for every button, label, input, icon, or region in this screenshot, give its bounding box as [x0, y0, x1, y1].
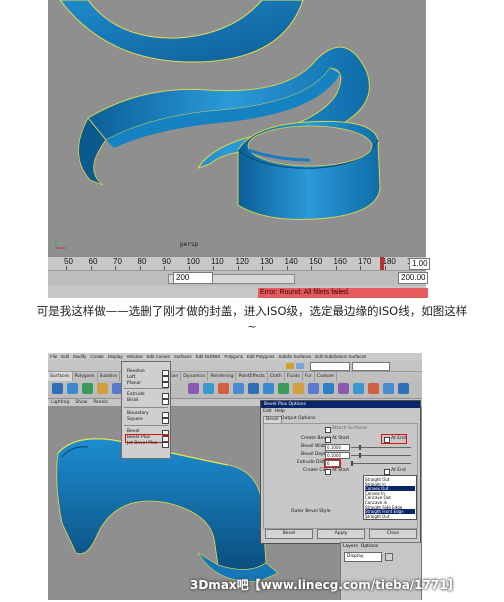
dialog-menu[interactable]: Edit Help — [263, 409, 285, 415]
bevel-at-start-label: At Start — [332, 436, 350, 441]
menu-divider — [124, 425, 168, 426]
extrude-distance-slider-knob[interactable] — [351, 461, 353, 466]
maya-screenshot: File Edit Modify Create Display Window Edit Cu… — [48, 353, 422, 600]
error-message: Error: Round: All fillets failed. — [258, 288, 428, 298]
bevel-depth-slider-knob[interactable] — [359, 453, 361, 458]
bevel-at-end-checkbox[interactable] — [384, 437, 390, 443]
range-slider[interactable]: 200 200.00 — [48, 270, 428, 286]
close-button[interactable]: Close — [369, 529, 417, 539]
surface-model-top — [55, 0, 381, 249]
viewport-persp[interactable]: persp — [48, 0, 426, 256]
timeline-tick-label: 180 — [382, 257, 396, 266]
surfaces-menu[interactable]: Revolve Loft Planar Extrude Birail Boundary Sq… — [121, 361, 171, 459]
timeline-tick-label: 110 — [211, 257, 224, 266]
menu-divider — [124, 388, 168, 389]
menu-edit[interactable]: Edit — [263, 409, 272, 414]
camera-label: persp — [180, 241, 199, 248]
current-frame-field[interactable]: 1.00 — [409, 258, 430, 270]
surfaces-menu-item[interactable]: Birail — [127, 398, 167, 404]
cap-at-start-label: At Start — [332, 468, 350, 473]
surfaces-menu-item[interactable]: Square — [127, 417, 167, 423]
dialog-title: Bevel Plus Options — [261, 401, 420, 408]
cap-at-end-label: At End — [391, 468, 406, 473]
option-box-icon[interactable] — [162, 399, 169, 405]
caption-tilde: ~ — [247, 320, 257, 333]
options-menu[interactable]: Options — [361, 544, 378, 549]
outer-bevel-style-label: Outer Bevel Style — [291, 509, 331, 514]
extrude-distance-slider[interactable] — [351, 463, 411, 464]
timeline-tick-label: 70 — [113, 257, 122, 266]
timeline-tick-label: 120 — [235, 257, 249, 266]
attach-surfaces-label: Attach Surfaces — [332, 426, 368, 431]
timeline-tick-label: 140 — [284, 257, 298, 266]
bevel-width-slider-knob[interactable] — [359, 445, 361, 450]
time-slider[interactable]: 5060708090100110120130140150160170180190 — [48, 256, 426, 271]
timeline-tick-label: 60 — [88, 257, 98, 266]
surfaces-menu-item[interactable]: Jot Bevel Plus — [127, 441, 167, 447]
menu-help[interactable]: Help — [275, 409, 285, 414]
watermark: 3Dmax吧【www.linecg.com/tieba/1771】 — [190, 578, 460, 592]
bevel-style-option[interactable]: Straight In — [365, 518, 415, 519]
range-end-field[interactable]: 200.00 — [398, 272, 428, 284]
timeline-tick-label: 160 — [333, 257, 347, 266]
layer-display-select[interactable]: Display — [344, 552, 382, 562]
range-start-field[interactable]: 200 — [173, 272, 213, 284]
timeline-tick-label: 50 — [64, 257, 73, 266]
menu-divider — [124, 407, 168, 408]
apply-button[interactable]: Apply — [317, 529, 365, 539]
extrude-distance-highlight — [324, 459, 341, 468]
timeline-tick-label: 130 — [260, 257, 274, 266]
current-time-marker[interactable] — [380, 257, 384, 270]
layers-menu[interactable]: Layers — [343, 544, 358, 549]
option-box-icon[interactable] — [162, 442, 169, 448]
bevel-depth-field[interactable]: 0.1000 — [325, 452, 350, 459]
surfaces-menu-item[interactable]: Planar — [127, 381, 167, 387]
new-layer-icon[interactable] — [385, 553, 393, 561]
tab-output-options[interactable]: Output Options — [279, 416, 317, 422]
bevel-at-start-checkbox[interactable] — [325, 437, 331, 443]
timeline-tick-label: 150 — [309, 257, 323, 266]
bevel-width-label: Bevel Width — [301, 444, 329, 449]
timeline-tick-label: 80 — [137, 257, 147, 266]
option-box-icon[interactable] — [162, 418, 169, 424]
bevel-style-list[interactable]: Straight Out Straight In Convex Out Convex … — [363, 475, 417, 520]
bevel-plus-dialog[interactable]: Bevel Plus Options Edit Help Bevel Outpu… — [260, 400, 421, 544]
timeline-tick-label: 170 — [358, 257, 372, 266]
timeline-tick-label: 100 — [186, 257, 200, 266]
bevel-at-end-label: At End — [391, 436, 406, 441]
attach-surfaces-checkbox[interactable] — [325, 427, 331, 433]
bevel-width-field[interactable]: 0.1000 — [325, 444, 350, 451]
cap-at-start-checkbox[interactable] — [325, 469, 331, 475]
bevel-button[interactable]: Bevel — [265, 529, 313, 539]
timeline-tick-label: 90 — [162, 257, 171, 266]
caption-text: 可是我这样做——选删了刚才做的封盖，进入ISO级，选定最边缘的ISO线，如图这样 — [36, 304, 468, 318]
